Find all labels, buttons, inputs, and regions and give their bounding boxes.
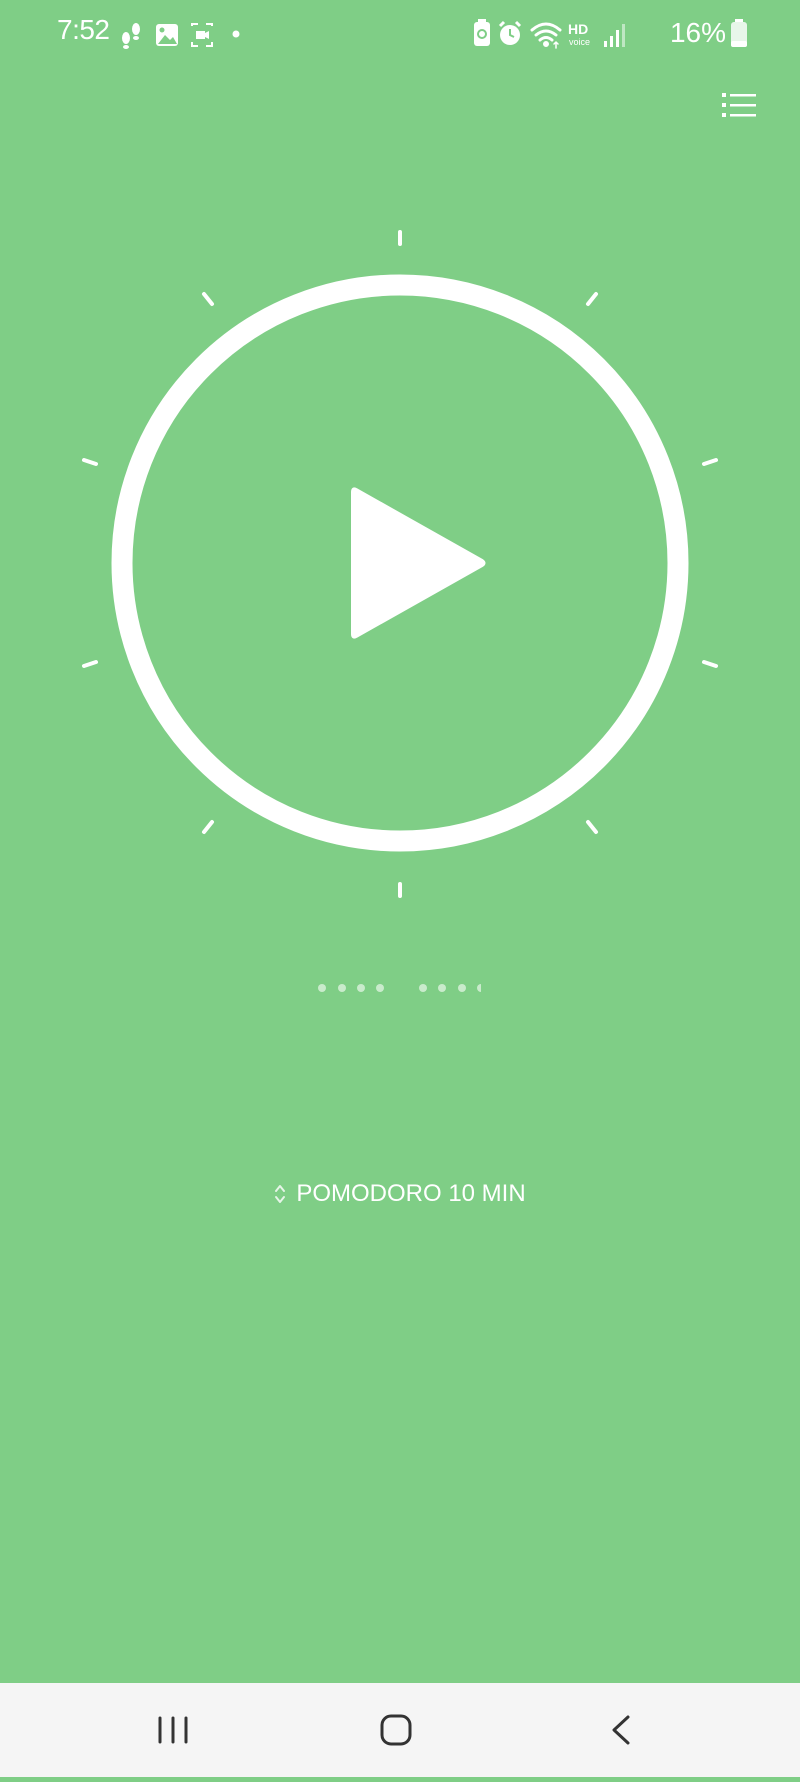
- up-down-chevron-icon: [275, 1185, 286, 1203]
- preset-label: POMODORO 10 MIN: [296, 1180, 526, 1207]
- list-menu-button[interactable]: [722, 90, 758, 120]
- footsteps-icon: [122, 23, 140, 49]
- home-icon: [380, 1714, 412, 1746]
- status-notification-icons: [120, 18, 250, 49]
- dial-tick: [702, 660, 718, 668]
- home-button[interactable]: [336, 1683, 456, 1777]
- dial-tick: [82, 660, 98, 668]
- gallery-icon: [156, 24, 178, 46]
- progress-dot: [477, 984, 481, 992]
- preset-selector[interactable]: POMODORO 10 MIN: [0, 1180, 800, 1212]
- dial-tick: [202, 292, 214, 306]
- battery-percent: 16%: [669, 17, 726, 48]
- battery-icon: [731, 19, 747, 47]
- progress-dot: [338, 984, 346, 992]
- dial-tick: [586, 292, 598, 306]
- recent-apps-icon: [158, 1716, 188, 1744]
- status-bar: 7:52 HD voice 16%: [0, 0, 800, 68]
- dial-tick: [202, 820, 214, 834]
- dial-tick: [702, 458, 718, 466]
- hd-voice-label: HD: [568, 21, 588, 37]
- status-time: 7:52: [57, 14, 110, 45]
- progress-dot: [376, 984, 384, 992]
- timer-dial: [82, 230, 718, 898]
- progress-dot: [438, 984, 446, 992]
- session-progress-dots: [318, 984, 481, 992]
- battery-saver-icon: [473, 19, 490, 46]
- wifi-icon: [530, 22, 562, 49]
- progress-dot: [458, 984, 466, 992]
- progress-dot: [357, 984, 365, 992]
- more-notifications-dot-icon: [232, 30, 240, 38]
- recent-apps-button[interactable]: [113, 1683, 233, 1777]
- back-icon: [612, 1715, 630, 1745]
- signal-strength-icon: [603, 24, 625, 47]
- progress-dot: [419, 984, 427, 992]
- dial-tick: [82, 458, 98, 466]
- play-button[interactable]: [240, 403, 560, 723]
- list-menu-icon: [722, 93, 756, 117]
- system-navigation-bar: [0, 1683, 800, 1777]
- back-button[interactable]: [560, 1683, 680, 1777]
- hd-voice-sublabel: voice: [569, 37, 590, 47]
- screen-recorder-icon: [191, 23, 213, 47]
- dial-tick: [586, 820, 598, 834]
- status-system-icons: HD voice 16%: [472, 16, 748, 50]
- alarm-icon: [498, 20, 522, 45]
- progress-dot: [318, 984, 326, 992]
